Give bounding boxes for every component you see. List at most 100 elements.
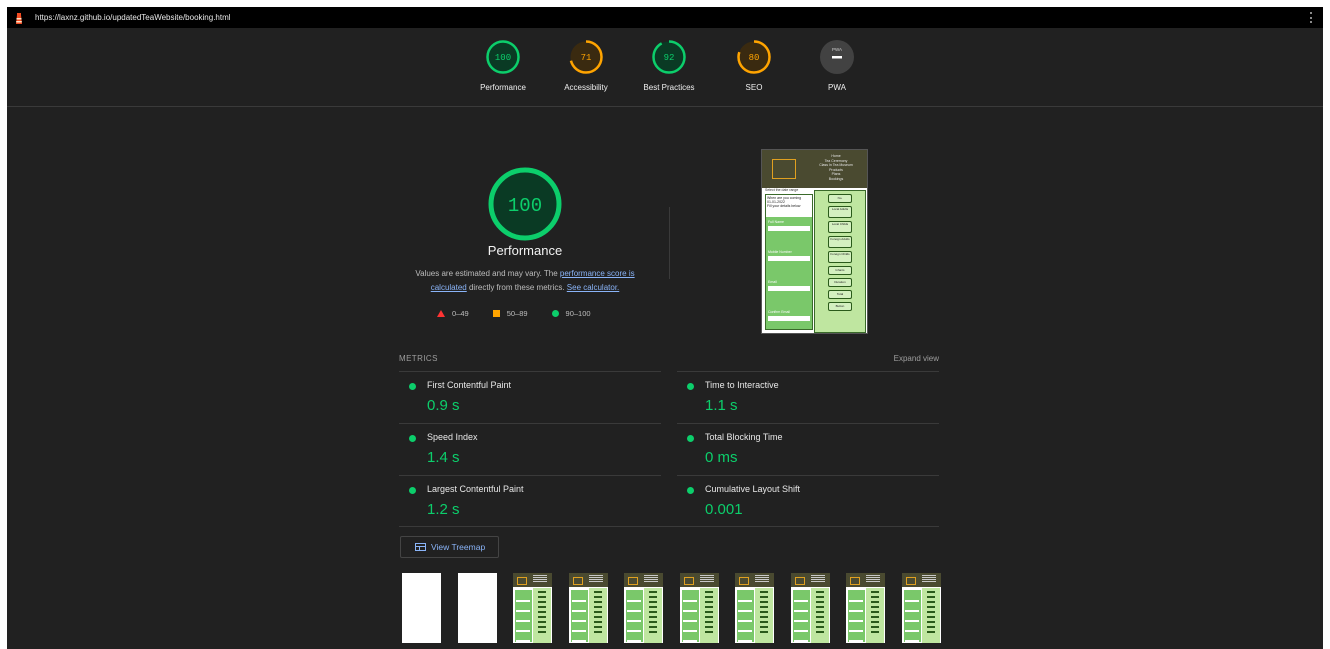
treemap-icon (415, 543, 426, 551)
see-calculator-link[interactable]: See calculator. (567, 283, 619, 292)
desc-text: Values are estimated and may vary. The (415, 269, 560, 278)
screenshot-body: Select the date range When are you comin… (762, 188, 867, 333)
filmstrip-frame (846, 573, 885, 643)
expand-view-toggle[interactable]: Expand view (894, 354, 939, 363)
ss-text: Mobile Number (768, 250, 792, 254)
divider (669, 207, 670, 279)
ss-field (768, 256, 810, 261)
view-treemap-button[interactable]: View Treemap (400, 536, 499, 558)
ss-button: Local Childs (828, 221, 852, 233)
metric-time-to-interactive: Time to Interactive 1.1 s (677, 371, 939, 424)
metric-speed-index: Speed Index 1.4 s (399, 423, 661, 476)
svg-text:PWA: PWA (832, 47, 842, 52)
square-icon (492, 310, 500, 317)
divider (399, 526, 939, 527)
ss-button: No. (828, 194, 852, 203)
ss-button: Foreign Childs (828, 251, 852, 263)
nav-line: Bookings (828, 176, 844, 181)
top-url-bar: https://laxnz.github.io/updatedTeaWebsit… (7, 7, 1323, 28)
svg-text:71: 71 (581, 53, 592, 63)
metric-value: 0 ms (705, 449, 738, 466)
ss-text: Select the date range (765, 188, 799, 192)
metric-name: Cumulative Layout Shift (705, 484, 801, 494)
ss-button: Foreign Adults (828, 236, 852, 248)
performance-gauge: 100 (486, 40, 520, 74)
ss-button: Infants (828, 266, 852, 275)
site-logo (772, 159, 796, 179)
best-practices-gauge: 92 (652, 40, 686, 74)
ss-field (768, 286, 810, 291)
metric-name: Speed Index (427, 432, 478, 442)
metric-largest-contentful-paint: Largest Contentful Paint 1.2 s (399, 475, 661, 528)
legend-fail: 0–49 (437, 309, 469, 318)
svg-text:100: 100 (508, 195, 542, 217)
legend-label: 90–100 (565, 309, 591, 318)
metric-name: Time to Interactive (705, 380, 779, 390)
filmstrip (402, 573, 947, 643)
filmstrip-frame (679, 573, 719, 643)
pass-circle-icon (409, 435, 416, 442)
ss-field (768, 316, 810, 321)
more-options-icon[interactable] (1310, 12, 1313, 23)
metric-total-blocking-time: Total Blocking Time 0 ms (677, 423, 939, 476)
ss-button: Duration (828, 278, 852, 287)
legend-pass: 90–100 (551, 309, 591, 318)
pwa-badge-icon: PWA (820, 40, 854, 74)
lighthouse-logo-icon (15, 12, 23, 24)
score-label: PWA (828, 83, 846, 92)
svg-text:80: 80 (749, 53, 760, 63)
report-url[interactable]: https://laxnz.github.io/updatedTeaWebsit… (35, 13, 231, 22)
legend-label: 50–89 (506, 309, 528, 318)
pass-circle-icon (687, 487, 694, 494)
final-screenshot[interactable]: Home Tea Ceremony Class In Tea Museum Pr… (761, 149, 868, 334)
screenshot-sidebar: No. Local Adults Local Childs Foreign Ad… (814, 190, 866, 333)
lighthouse-report: https://laxnz.github.io/updatedTeaWebsit… (7, 7, 1323, 649)
metric-name: Largest Contentful Paint (427, 484, 524, 494)
seo-gauge: 80 (737, 40, 771, 74)
metric-value: 1.1 s (705, 397, 738, 414)
ss-field (768, 226, 810, 231)
performance-description: Values are estimated and may vary. The p… (403, 267, 647, 295)
metric-value: 0.9 s (427, 397, 460, 414)
score-pwa[interactable]: PWA PWA (787, 39, 887, 92)
metric-cumulative-layout-shift: Cumulative Layout Shift 0.001 (677, 475, 939, 528)
ss-button: Button (828, 302, 852, 311)
ss-button: Total (828, 290, 852, 299)
screenshot-header: Home Tea Ceremony Class In Tea Museum Pr… (762, 150, 867, 188)
performance-big-gauge: 100 (485, 164, 565, 244)
metric-name: First Contentful Paint (427, 380, 512, 390)
pass-circle-icon (687, 383, 694, 390)
metric-name: Total Blocking Time (705, 432, 783, 442)
ss-button: Local Adults (828, 206, 852, 218)
ss-text: Fill your details below (767, 204, 801, 208)
legend-label: 0–49 (452, 309, 469, 318)
filmstrip-frame (457, 573, 497, 643)
metric-value: 1.2 s (427, 501, 460, 518)
filmstrip-frame (901, 573, 941, 643)
metric-value: 1.4 s (427, 449, 460, 466)
screenshot-form: When are you coming 01-01-2022 Fill your… (765, 194, 813, 330)
ss-text: Full Name (768, 220, 784, 224)
legend-average: 50–89 (492, 309, 528, 318)
accessibility-gauge: 71 (569, 40, 603, 74)
filmstrip-frame (568, 573, 608, 643)
score-summary: 100 Performance 71 Accessibility 92 Best… (7, 28, 1323, 107)
score-legend: 0–49 50–89 90–100 (437, 309, 637, 318)
filmstrip-frame (402, 573, 441, 643)
desc-text: directly from these metrics. (466, 283, 567, 292)
pass-circle-icon (409, 383, 416, 390)
pass-circle-icon (687, 435, 694, 442)
filmstrip-frame (513, 573, 552, 643)
metrics-title: METRICS (399, 354, 438, 363)
filmstrip-frame (624, 573, 663, 643)
svg-text:100: 100 (495, 53, 511, 63)
metric-value: 0.001 (705, 501, 743, 518)
screenshot-nav: Home Tea Ceremony Class In Tea Museum Pr… (808, 154, 864, 181)
treemap-label: View Treemap (431, 542, 486, 552)
filmstrip-frame (790, 573, 830, 643)
metric-first-contentful-paint: First Contentful Paint 0.9 s (399, 371, 661, 424)
triangle-icon (437, 310, 445, 317)
circle-icon (551, 310, 559, 317)
performance-title: Performance (487, 243, 563, 258)
ss-text: Email (768, 280, 777, 284)
